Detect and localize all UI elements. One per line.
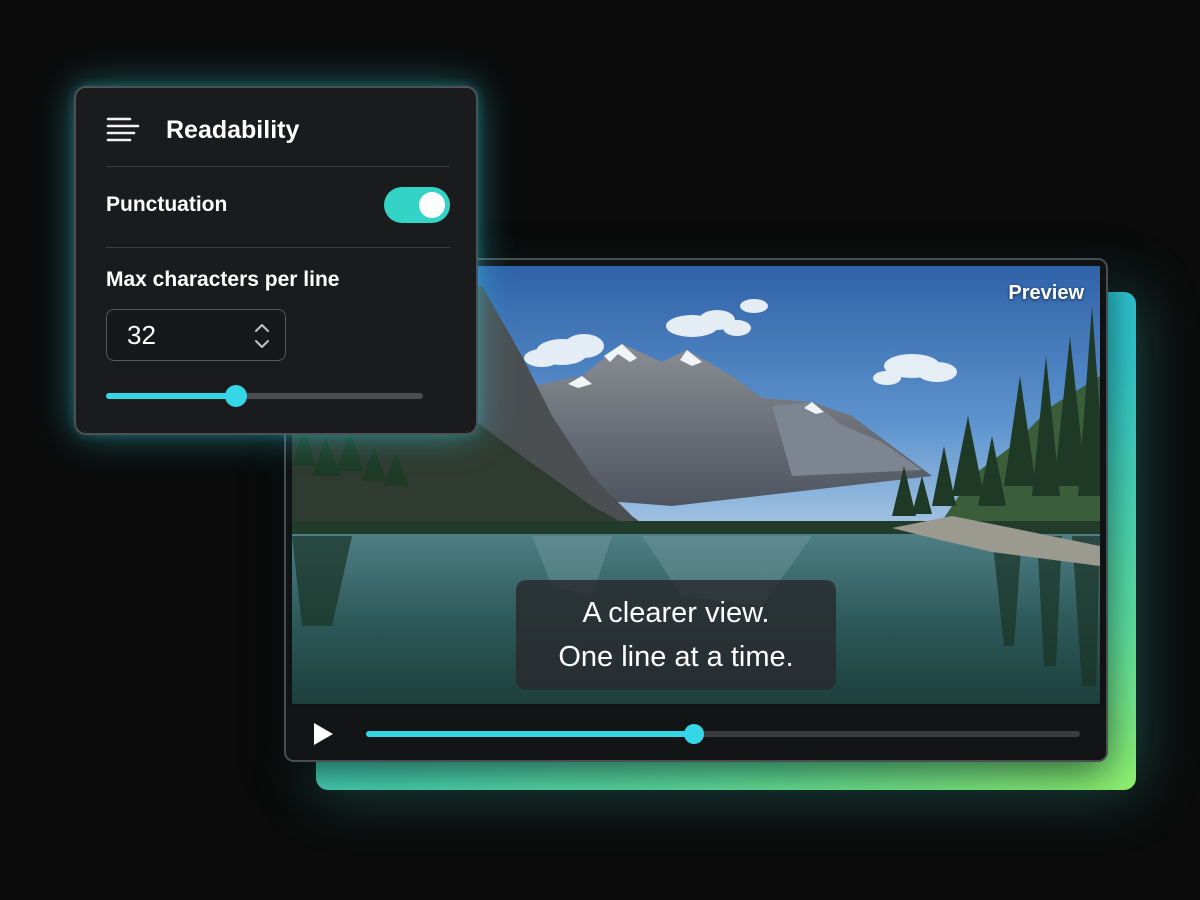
progress-bar[interactable] (366, 724, 1080, 744)
slider-fill (106, 393, 236, 399)
slider-handle[interactable] (224, 385, 247, 407)
punctuation-label: Punctuation (106, 193, 228, 216)
caption-line-2: One line at a time. (558, 641, 794, 673)
text-align-left-icon (106, 117, 140, 142)
progress-fill (366, 731, 695, 737)
max-characters-slider[interactable] (106, 385, 423, 407)
panel-title: Readability (166, 115, 300, 144)
divider (106, 166, 450, 167)
max-characters-stepper[interactable]: 32 (106, 309, 286, 361)
readability-panel: Readability Punctuation Max characters p… (74, 86, 478, 435)
punctuation-toggle[interactable] (384, 187, 450, 223)
progress-handle[interactable] (684, 724, 705, 744)
preview-label: Preview (1008, 282, 1084, 304)
player-controls (286, 706, 1106, 760)
panel-header: Readability (106, 112, 299, 148)
divider (106, 247, 450, 248)
chevron-up-down-icon[interactable] (253, 322, 271, 350)
max-characters-label: Max characters per line (106, 268, 340, 291)
toggle-knob (419, 192, 445, 218)
caption-line-1: A clearer view. (582, 597, 770, 629)
subtitle-caption: A clearer view. One line at a time. (516, 580, 836, 690)
stepper-value: 32 (127, 320, 156, 350)
play-icon (314, 723, 333, 745)
play-button[interactable] (308, 720, 336, 748)
